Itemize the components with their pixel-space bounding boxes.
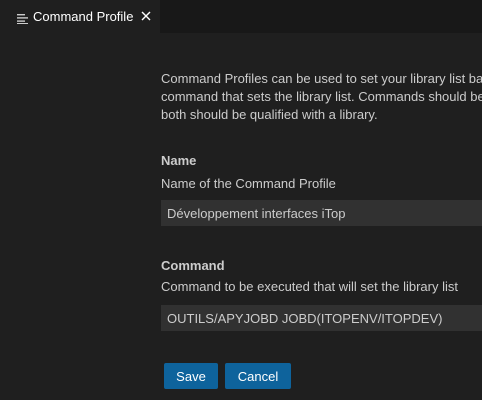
command-field-title: Command (161, 258, 225, 273)
command-field-description: Command to be executed that will set the… (161, 279, 458, 294)
name-field-title: Name (161, 153, 197, 168)
name-input[interactable] (161, 200, 482, 226)
close-icon[interactable] (138, 8, 154, 24)
command-profile-form: Command Profiles can be used to set your… (0, 33, 482, 400)
cancel-button[interactable]: Cancel (225, 363, 291, 389)
editor-tab-bar: Command Profile (0, 0, 482, 33)
intro-line: Command Profiles can be used to set your… (161, 71, 482, 86)
intro-text: Command Profiles can be used to set your… (161, 70, 482, 124)
save-button[interactable]: Save (164, 363, 218, 389)
intro-line: command that sets the library list. Comm… (161, 89, 482, 104)
tab-label: Command Profile (33, 9, 134, 24)
name-field-description: Name of the Command Profile (161, 176, 336, 191)
tab-command-profile[interactable]: Command Profile (0, 0, 160, 33)
lines-icon (17, 11, 28, 24)
command-input[interactable] (161, 305, 482, 331)
intro-line: both should be qualified with a library. (161, 107, 378, 122)
